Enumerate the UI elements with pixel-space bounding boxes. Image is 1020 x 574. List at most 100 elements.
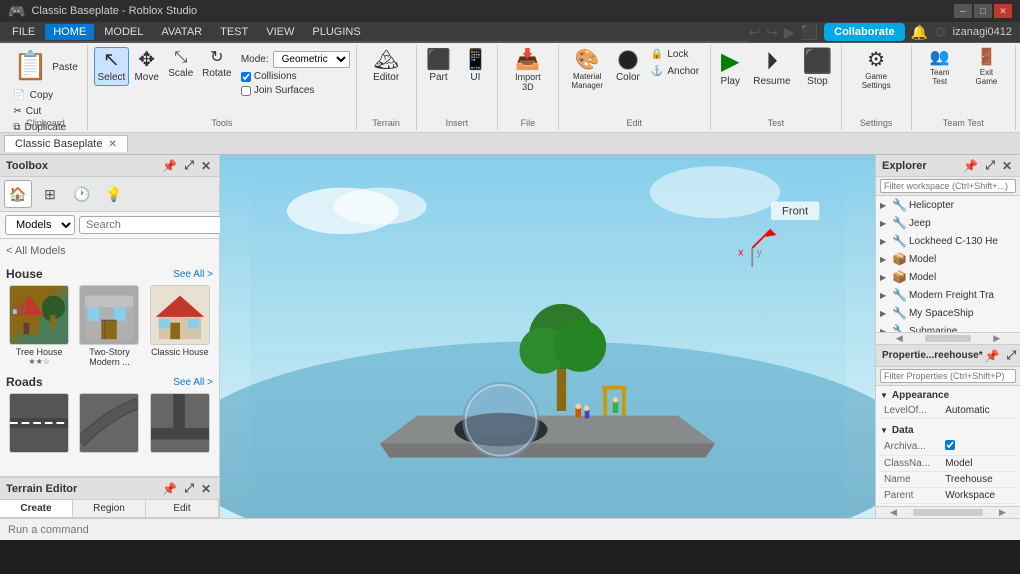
terrain-tab-create[interactable]: Create: [0, 500, 73, 517]
settings-icon-top[interactable]: ⚙: [934, 24, 947, 41]
explorer-close-icon[interactable]: ✕: [1000, 159, 1014, 173]
menu-home[interactable]: HOME: [45, 24, 94, 40]
mode-select[interactable]: Geometric: [273, 51, 350, 68]
explorer-pin-icon[interactable]: 📌: [961, 159, 980, 173]
terrain-pin-icon[interactable]: 📌: [160, 482, 179, 496]
props-scrollbar-thumb[interactable]: [913, 509, 983, 516]
table-row[interactable]: LevelOf... Automatic: [880, 403, 1016, 419]
redo-icon[interactable]: ↪: [766, 24, 778, 41]
list-item[interactable]: Two-Story Modern ...: [76, 285, 142, 367]
menu-view[interactable]: VIEW: [258, 24, 302, 40]
terrain-float-icon[interactable]: ⤢: [182, 481, 196, 496]
appearance-header[interactable]: ▼ Appearance: [880, 388, 1016, 403]
tree-item-submarine[interactable]: ▶ 🔧 Submarine: [876, 322, 1020, 332]
move-button[interactable]: ✥ Move: [131, 47, 163, 86]
stop-icon-top[interactable]: ⬛: [801, 24, 818, 41]
list-item[interactable]: [147, 393, 213, 453]
toolbox-close-icon[interactable]: ✕: [199, 159, 213, 173]
prop-key: LevelOf...: [880, 403, 941, 419]
paste-button[interactable]: 📋 Paste: [8, 47, 82, 87]
explorer-scroll-left[interactable]: ◀: [876, 333, 923, 344]
props-scroll-right[interactable]: ▶: [985, 507, 1020, 518]
collisions-checkbox[interactable]: [241, 72, 251, 82]
play-button[interactable]: ▶ Play: [714, 47, 746, 90]
list-item[interactable]: Classic House: [147, 285, 213, 367]
lock-button[interactable]: 🔒Lock: [646, 47, 704, 62]
explorer-scroll-right[interactable]: ▶: [973, 333, 1020, 344]
list-item[interactable]: Tree House ★★☆: [6, 285, 72, 367]
exit-game-button[interactable]: 🚪 Exit Game: [964, 47, 1009, 89]
menu-avatar[interactable]: AVATAR: [153, 24, 210, 40]
editor-button[interactable]: 🏔 Editor: [368, 47, 404, 86]
properties-pin-icon[interactable]: 📌: [983, 349, 1002, 363]
copy-button[interactable]: 📄Copy: [8, 88, 82, 103]
tab-recent[interactable]: 🕐: [68, 180, 96, 208]
tools-label: Tools: [88, 118, 356, 128]
menu-plugins[interactable]: PLUGINS: [304, 24, 368, 40]
menu-model[interactable]: MODEL: [96, 24, 151, 40]
part-button[interactable]: ⬛ Part: [421, 47, 456, 86]
tree-item-model1[interactable]: ▶ 📦 Model: [876, 250, 1020, 268]
toolbox-float-icon[interactable]: ⤢: [182, 158, 196, 173]
maximize-button[interactable]: □: [974, 4, 992, 18]
explorer-filter-input[interactable]: [880, 179, 1016, 193]
props-scroll-left[interactable]: ◀: [876, 507, 911, 518]
archivable-checkbox[interactable]: [945, 440, 955, 450]
roads-see-all[interactable]: See All >: [173, 377, 213, 388]
tree-item-model2[interactable]: ▶ 📦 Model: [876, 268, 1020, 286]
cut-button[interactable]: ✂Cut: [8, 104, 82, 119]
material-manager-button[interactable]: 🎨 Material Manager: [565, 47, 610, 93]
terrain-tab-region[interactable]: Region: [73, 500, 146, 517]
terrain-tab-edit[interactable]: Edit: [146, 500, 219, 517]
tree-item-freight[interactable]: ▶ 🔧 Modern Freight Tra: [876, 286, 1020, 304]
properties-filter-input[interactable]: [880, 369, 1016, 383]
ui-button[interactable]: 📱 UI: [458, 47, 493, 86]
color-button[interactable]: Color: [612, 47, 644, 86]
ribbon-insert: ⬛ Part 📱 UI Insert: [417, 45, 499, 130]
tree-item-lockheed[interactable]: ▶ 🔧 Lockheed C-130 He: [876, 232, 1020, 250]
table-row[interactable]: Name Treehouse: [880, 472, 1016, 488]
select-button[interactable]: ↖ Select: [94, 47, 129, 86]
play-icon-top[interactable]: ▶: [784, 24, 795, 41]
terrain-close-icon[interactable]: ✕: [199, 482, 213, 496]
resume-button[interactable]: ⏵ Resume: [748, 47, 795, 90]
tab-grid[interactable]: ⊞: [36, 180, 64, 208]
rotate-button[interactable]: ↻ Rotate: [199, 47, 235, 82]
collaborate-button[interactable]: Collaborate: [824, 23, 905, 41]
tree-item-spaceship[interactable]: ▶ 🔧 My SpaceShip: [876, 304, 1020, 322]
table-row[interactable]: ClassNa... Model: [880, 456, 1016, 472]
import3d-button[interactable]: 📥 Import 3D: [504, 47, 551, 95]
models-dropdown[interactable]: Models: [5, 215, 75, 235]
anchor-button[interactable]: ⚓Anchor: [646, 64, 704, 79]
house-see-all[interactable]: See All >: [173, 269, 213, 280]
close-tab-icon[interactable]: ✕: [108, 139, 116, 150]
data-header[interactable]: ▼ Data: [880, 423, 1016, 438]
menu-test[interactable]: TEST: [212, 24, 256, 40]
list-item[interactable]: [6, 393, 72, 453]
notification-icon[interactable]: 🔔: [911, 24, 928, 41]
list-item[interactable]: [76, 393, 142, 453]
table-row[interactable]: Archiva...: [880, 438, 1016, 456]
explorer-scrollbar-thumb[interactable]: [925, 335, 972, 342]
properties-panel: Propertie...reehouse* 📌 ⤢ ✕ ▼ Appearance: [876, 345, 1020, 518]
table-row[interactable]: Parent Workspace: [880, 488, 1016, 504]
join-surfaces-checkbox[interactable]: [241, 86, 251, 96]
minimize-button[interactable]: ─: [954, 4, 972, 18]
properties-float-icon[interactable]: ⤢: [1005, 348, 1019, 363]
menu-file[interactable]: FILE: [4, 24, 43, 40]
tree-item-jeep[interactable]: ▶ 🔧 Jeep: [876, 214, 1020, 232]
document-tabs: Classic Baseplate ✕: [0, 133, 1020, 155]
team-test-button[interactable]: 👥 Team Test: [918, 47, 962, 89]
command-input[interactable]: [8, 524, 1012, 536]
toolbox-pin-icon[interactable]: 📌: [160, 159, 179, 173]
search-input[interactable]: [79, 216, 235, 234]
scale-button[interactable]: ⤡ Scale: [165, 47, 197, 82]
close-button[interactable]: ✕: [994, 4, 1012, 18]
undo-icon[interactable]: ↩: [748, 24, 760, 41]
stop-button[interactable]: ⬛ Stop: [798, 47, 838, 90]
tree-item-helicopter[interactable]: ▶ 🔧 Helicopter: [876, 196, 1020, 214]
tab-home[interactable]: 🏠: [4, 180, 32, 208]
tab-info[interactable]: 💡: [100, 180, 128, 208]
explorer-float-icon[interactable]: ⤢: [983, 158, 997, 173]
game-settings-button[interactable]: ⚙ Game Settings: [849, 47, 904, 93]
